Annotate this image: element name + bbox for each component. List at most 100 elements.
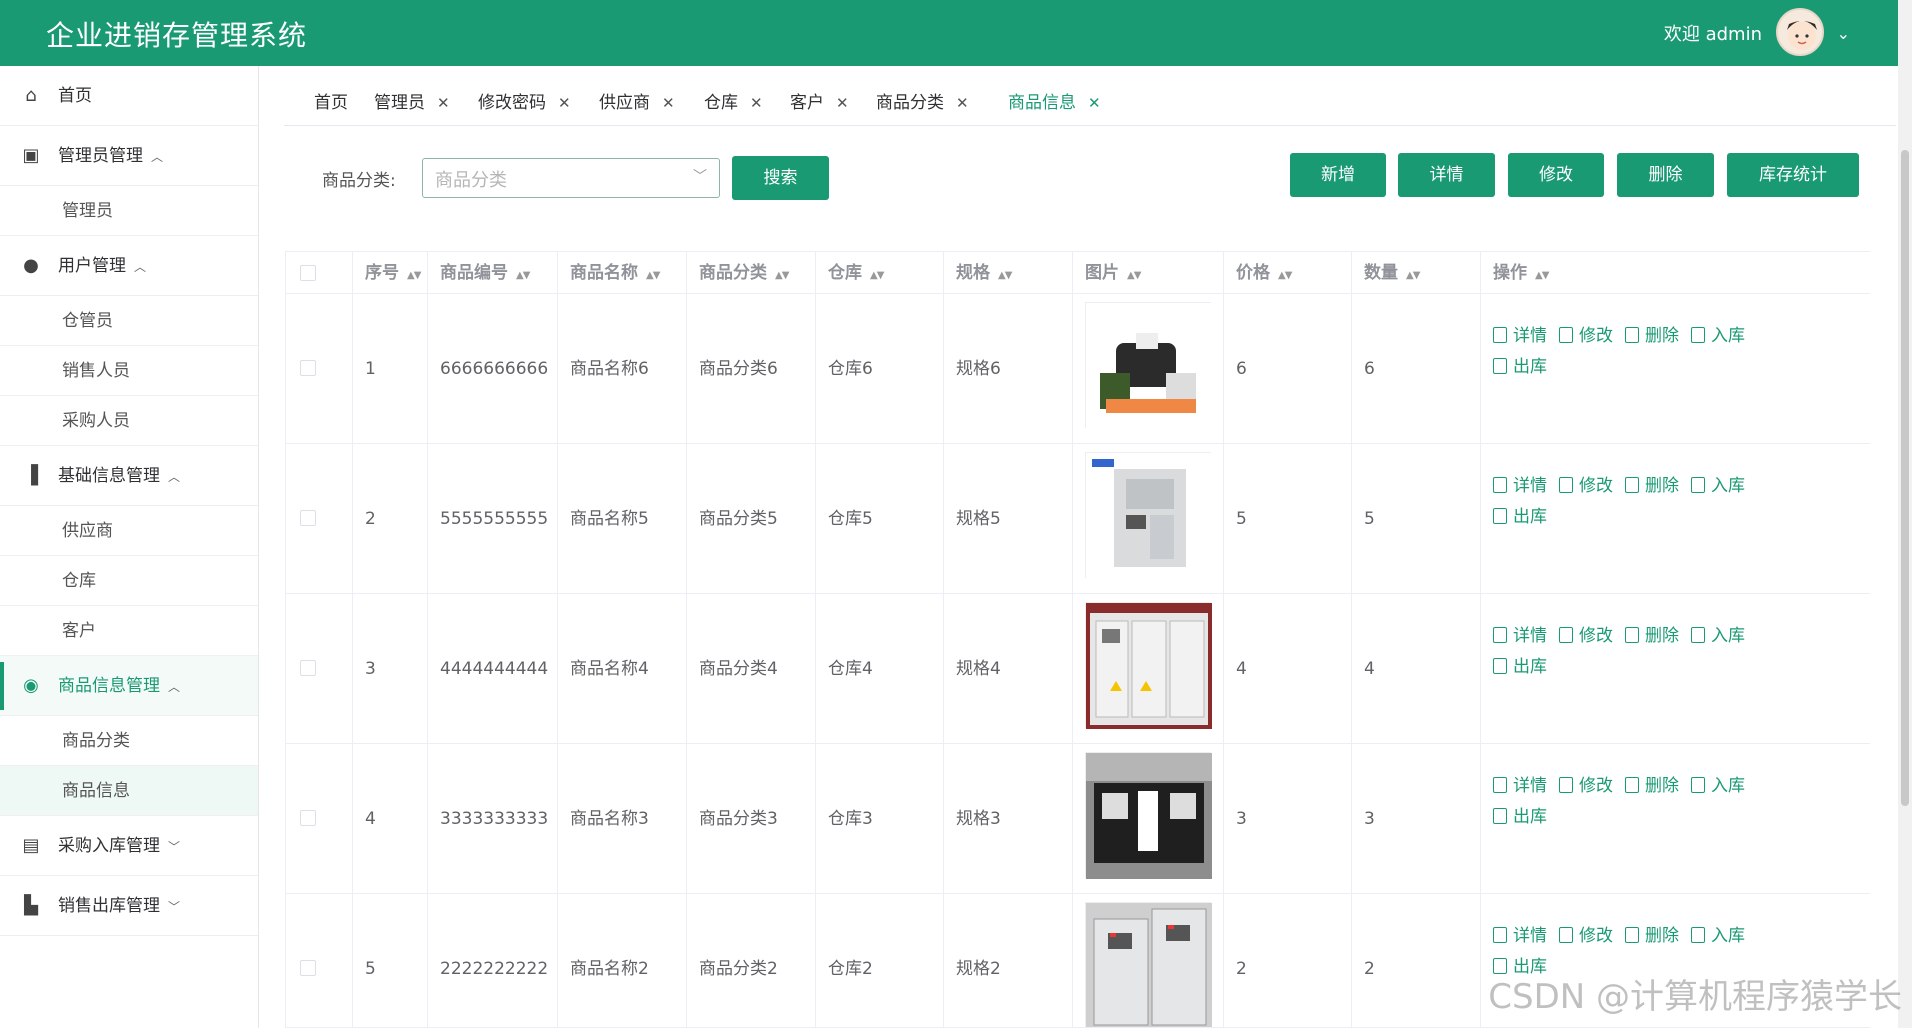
inventory-stats-button[interactable]: 库存统计 — [1727, 153, 1859, 197]
column-header[interactable]: 仓库 ▲▼ — [816, 252, 944, 294]
delete-link[interactable]: 删除 — [1625, 774, 1679, 798]
product-image[interactable] — [1085, 752, 1212, 879]
column-header[interactable]: 操作 ▲▼ — [1481, 252, 1870, 294]
sort-icon[interactable]: ▲▼ — [1535, 270, 1549, 281]
add-button[interactable]: 新增 — [1290, 153, 1386, 197]
column-header[interactable]: 价格 ▲▼ — [1224, 252, 1352, 294]
delete-link[interactable]: 删除 — [1625, 624, 1679, 648]
outbound-link[interactable]: 出库 — [1493, 805, 1547, 829]
sidebar-subitem-warehouse-keeper[interactable]: 仓管员 — [0, 296, 258, 346]
inbound-link[interactable]: 入库 — [1691, 924, 1745, 948]
sort-icon[interactable]: ▲▼ — [646, 270, 660, 281]
sidebar-item-product-info-management[interactable]: ◉ 商品信息管理 ︿ — [0, 656, 258, 716]
edit-link[interactable]: 修改 — [1559, 924, 1613, 948]
column-header[interactable]: 序号 ▲▼ — [353, 252, 428, 294]
sort-icon[interactable]: ▲▼ — [1127, 270, 1141, 281]
sidebar-subitem-product-info[interactable]: 商品信息 — [0, 766, 258, 816]
outbound-link[interactable]: 出库 — [1493, 355, 1547, 379]
sort-icon[interactable]: ▲▼ — [998, 270, 1012, 281]
sidebar-subitem-purchaser[interactable]: 采购人员 — [0, 396, 258, 446]
column-header[interactable]: 规格 ▲▼ — [944, 252, 1073, 294]
sort-icon[interactable]: ▲▼ — [870, 270, 884, 281]
detail-button[interactable]: 详情 — [1398, 153, 1495, 197]
inbound-link[interactable]: 入库 — [1691, 474, 1745, 498]
product-image[interactable] — [1085, 302, 1212, 429]
sort-icon[interactable]: ▲▼ — [1278, 270, 1292, 281]
table-row[interactable]: 4 3333333333 商品名称3 商品分类3 仓库3 规格3 3 3 详情 修改 删除 入库 出库 — [286, 744, 1870, 894]
close-icon[interactable]: ✕ — [836, 94, 849, 112]
detail-link[interactable]: 详情 — [1493, 774, 1547, 798]
edit-button[interactable]: 修改 — [1508, 153, 1604, 197]
sidebar-item-sales-outbound[interactable]: ▙ 销售出库管理 ﹀ — [0, 876, 258, 936]
tab-admin[interactable]: 管理员 ✕ — [374, 88, 450, 113]
inbound-link[interactable]: 入库 — [1691, 324, 1745, 348]
detail-link[interactable]: 详情 — [1493, 474, 1547, 498]
row-checkbox[interactable] — [300, 660, 316, 676]
sort-icon[interactable]: ▲▼ — [1406, 270, 1420, 281]
sidebar-item-basic-info[interactable]: ▐ 基础信息管理 ︿ — [0, 446, 258, 506]
inbound-link[interactable]: 入库 — [1691, 624, 1745, 648]
product-image[interactable] — [1085, 602, 1212, 729]
chevron-down-icon[interactable]: ⌄ — [1837, 24, 1850, 43]
close-icon[interactable]: ✕ — [750, 94, 763, 112]
delete-link[interactable]: 删除 — [1625, 924, 1679, 948]
page-scrollbar[interactable] — [1898, 0, 1912, 1028]
scrollbar-thumb[interactable] — [1901, 150, 1909, 806]
sidebar-item-purchase-inbound[interactable]: ▤ 采购入库管理 ﹀ — [0, 816, 258, 876]
edit-link[interactable]: 修改 — [1559, 774, 1613, 798]
edit-link[interactable]: 修改 — [1559, 474, 1613, 498]
detail-link[interactable]: 详情 — [1493, 324, 1547, 348]
inbound-link[interactable]: 入库 — [1691, 774, 1745, 798]
sidebar-subitem-warehouse[interactable]: 仓库 — [0, 556, 258, 606]
tab-customer[interactable]: 客户 ✕ — [790, 88, 849, 113]
close-icon[interactable]: ✕ — [662, 94, 675, 112]
close-icon[interactable]: ✕ — [558, 94, 571, 112]
edit-link[interactable]: 修改 — [1559, 324, 1613, 348]
column-header[interactable]: 商品名称 ▲▼ — [558, 252, 687, 294]
product-image[interactable] — [1085, 452, 1212, 579]
column-header[interactable]: 数量 ▲▼ — [1352, 252, 1481, 294]
sidebar-subitem-salesperson[interactable]: 销售人员 — [0, 346, 258, 396]
outbound-link[interactable]: 出库 — [1493, 655, 1547, 679]
delete-link[interactable]: 删除 — [1625, 474, 1679, 498]
row-checkbox[interactable] — [300, 510, 316, 526]
sort-icon[interactable]: ▲▼ — [407, 270, 421, 281]
table-row[interactable]: 2 5555555555 商品名称5 商品分类5 仓库5 规格5 5 5 详情 修改 删除 入库 出库 — [286, 444, 1870, 594]
sidebar-subitem-supplier[interactable]: 供应商 — [0, 506, 258, 556]
sort-icon[interactable]: ▲▼ — [775, 270, 789, 281]
close-icon[interactable]: ✕ — [437, 94, 450, 112]
sidebar-item-home[interactable]: ⌂ 首页 — [0, 66, 258, 126]
edit-link[interactable]: 修改 — [1559, 624, 1613, 648]
tab-home[interactable]: 首页 — [314, 88, 348, 113]
row-checkbox[interactable] — [300, 960, 316, 976]
row-checkbox[interactable] — [300, 360, 316, 376]
tab-product-category[interactable]: 商品分类 ✕ — [876, 88, 969, 113]
sidebar-subitem-customer[interactable]: 客户 — [0, 606, 258, 656]
sidebar-item-user-management[interactable]: ● 用户管理 ︿ — [0, 236, 258, 296]
delete-link[interactable]: 删除 — [1625, 324, 1679, 348]
search-button[interactable]: 搜索 — [732, 156, 829, 200]
sidebar-subitem-admin[interactable]: 管理员 — [0, 186, 258, 236]
delete-button[interactable]: 删除 — [1617, 153, 1714, 197]
tab-warehouse[interactable]: 仓库 ✕ — [704, 88, 763, 113]
row-checkbox[interactable] — [300, 810, 316, 826]
tab-supplier[interactable]: 供应商 ✕ — [599, 88, 675, 113]
avatar[interactable] — [1776, 8, 1824, 56]
column-header[interactable]: 商品分类 ▲▼ — [687, 252, 816, 294]
table-row[interactable]: 3 4444444444 商品名称4 商品分类4 仓库4 规格4 4 4 详情 修改 删除 入库 出库 — [286, 594, 1870, 744]
tab-change-password[interactable]: 修改密码 ✕ — [478, 88, 571, 113]
sidebar-subitem-product-category[interactable]: 商品分类 — [0, 716, 258, 766]
detail-link[interactable]: 详情 — [1493, 924, 1547, 948]
select-all-checkbox[interactable] — [300, 265, 316, 281]
outbound-link[interactable]: 出库 — [1493, 505, 1547, 529]
category-select[interactable]: 商品分类 ﹀ — [422, 158, 720, 198]
detail-link[interactable]: 详情 — [1493, 624, 1547, 648]
close-icon[interactable]: ✕ — [956, 94, 969, 112]
product-image[interactable] — [1085, 902, 1212, 1027]
tab-product-info[interactable]: 商品信息 ✕ — [1008, 88, 1101, 113]
close-icon[interactable]: ✕ — [1088, 94, 1101, 112]
table-row[interactable]: 1 6666666666 商品名称6 商品分类6 仓库6 规格6 6 6 详情 修改 删除 入库 出库 — [286, 294, 1870, 444]
column-header[interactable]: 图片 ▲▼ — [1073, 252, 1224, 294]
column-header[interactable]: 商品编号 ▲▼ — [428, 252, 558, 294]
sidebar-item-admin-management[interactable]: ▣ 管理员管理 ︿ — [0, 126, 258, 186]
